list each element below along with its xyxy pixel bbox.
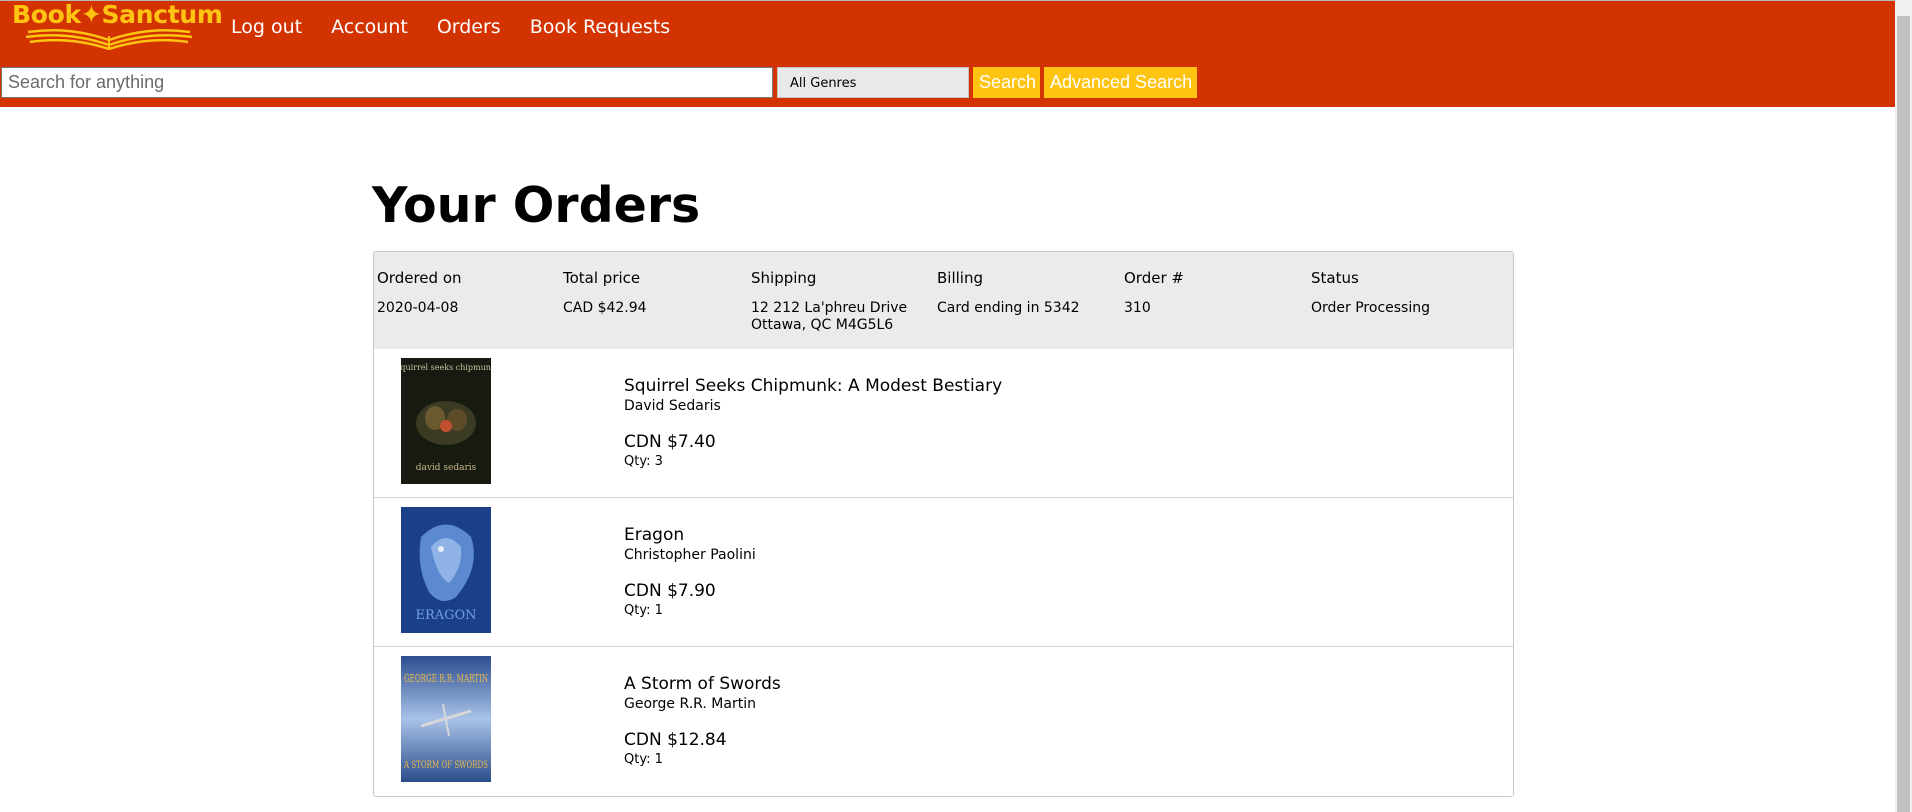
book-cover-image[interactable]: squirrel seeks chipmunk david sedaris bbox=[401, 358, 491, 484]
total-price-label: Total price bbox=[563, 269, 641, 287]
book-author: Christopher Paolini bbox=[624, 547, 756, 563]
site-logo[interactable]: Book✦Sanctum bbox=[10, 0, 223, 53]
total-price-field: Total price CAD $42.94 bbox=[563, 269, 647, 317]
book-quantity: Qty: 1 bbox=[624, 752, 663, 767]
shipping-address-line2: Ottawa, QC M4G5L6 bbox=[751, 317, 894, 333]
main-nav: Log out Account Orders Book Requests bbox=[231, 15, 699, 39]
cover-bottom-text: A STORM OF SWORDS bbox=[403, 760, 488, 771]
shipping-address-line1: 12 212 La'phreu Drive bbox=[751, 300, 908, 316]
item-details: A Storm of Swords George R.R. Martin CDN… bbox=[624, 674, 781, 768]
order-number-value: 310 bbox=[1124, 300, 1151, 316]
book-quantity: Qty: 1 bbox=[624, 603, 663, 618]
cover-bottom-text: david sedaris bbox=[416, 463, 477, 473]
billing-field: Billing Card ending in 5342 bbox=[937, 269, 1080, 317]
billing-label: Billing bbox=[937, 269, 983, 287]
book-cover-image[interactable]: GEORGE R.R. MARTIN A STORM OF SWORDS bbox=[401, 656, 491, 782]
billing-value: Card ending in 5342 bbox=[937, 300, 1080, 316]
order-summary: Ordered on 2020-04-08 Total price CAD $4… bbox=[374, 252, 1513, 349]
book-title[interactable]: A Storm of Swords bbox=[624, 674, 781, 695]
cover-bottom-text: ERAGON bbox=[415, 608, 476, 623]
order-item: GEORGE R.R. MARTIN A STORM OF SWORDS A S… bbox=[374, 647, 1513, 796]
advanced-search-button[interactable]: Advanced Search bbox=[1044, 67, 1197, 98]
order-card: Ordered on 2020-04-08 Total price CAD $4… bbox=[373, 251, 1514, 797]
scrollbar-thumb[interactable] bbox=[1897, 16, 1910, 812]
genre-select[interactable]: All Genres bbox=[777, 67, 969, 98]
nav-book-requests-link[interactable]: Book Requests bbox=[530, 15, 670, 39]
book-price: CDN $12.84 bbox=[624, 730, 727, 750]
book-quantity: Qty: 3 bbox=[624, 454, 663, 469]
ordered-on-value: 2020-04-08 bbox=[377, 300, 459, 316]
book-title[interactable]: Eragon bbox=[624, 525, 756, 546]
brand-name: Book✦Sanctum bbox=[12, 0, 223, 29]
order-number-label: Order # bbox=[1124, 269, 1184, 287]
page-title: Your Orders bbox=[372, 177, 701, 234]
open-book-icon bbox=[25, 28, 193, 50]
order-item: squirrel seeks chipmunk david sedaris Sq… bbox=[374, 349, 1513, 498]
status-field: Status Order Processing bbox=[1311, 269, 1430, 317]
vertical-scrollbar[interactable] bbox=[1895, 0, 1912, 812]
total-price-value: CAD $42.94 bbox=[563, 300, 647, 316]
book-author: George R.R. Martin bbox=[624, 696, 756, 712]
nav-account-link[interactable]: Account bbox=[331, 15, 408, 39]
top-header: Book✦Sanctum Log out Account Orders Book… bbox=[0, 0, 1895, 107]
shipping-field: Shipping 12 212 La'phreu Drive Ottawa, Q… bbox=[751, 269, 907, 334]
ordered-on-label: Ordered on bbox=[377, 269, 462, 287]
cover-top-text: GEORGE R.R. MARTIN bbox=[404, 672, 488, 685]
book-title[interactable]: Squirrel Seeks Chipmunk: A Modest Bestia… bbox=[624, 376, 1002, 397]
status-value: Order Processing bbox=[1311, 300, 1430, 316]
book-price: CDN $7.90 bbox=[624, 581, 716, 601]
ordered-on-field: Ordered on 2020-04-08 bbox=[377, 269, 462, 317]
book-cover-image[interactable]: ERAGON bbox=[401, 507, 491, 633]
nav-logout-link[interactable]: Log out bbox=[231, 15, 302, 39]
item-details: Squirrel Seeks Chipmunk: A Modest Bestia… bbox=[624, 376, 1002, 470]
order-number-field: Order # 310 bbox=[1124, 269, 1184, 317]
nav-orders-link[interactable]: Orders bbox=[437, 15, 501, 39]
order-item: ERAGON Eragon Christopher Paolini CDN $7… bbox=[374, 498, 1513, 647]
item-details: Eragon Christopher Paolini CDN $7.90 Qty… bbox=[624, 525, 756, 619]
book-price: CDN $7.40 bbox=[624, 432, 716, 452]
book-author: David Sedaris bbox=[624, 398, 721, 414]
cover-top-text: squirrel seeks chipmunk bbox=[401, 363, 491, 372]
search-input[interactable]: Search for anything bbox=[1, 67, 773, 98]
status-label: Status bbox=[1311, 269, 1359, 287]
search-button[interactable]: Search bbox=[973, 67, 1040, 98]
shipping-label: Shipping bbox=[751, 269, 817, 287]
